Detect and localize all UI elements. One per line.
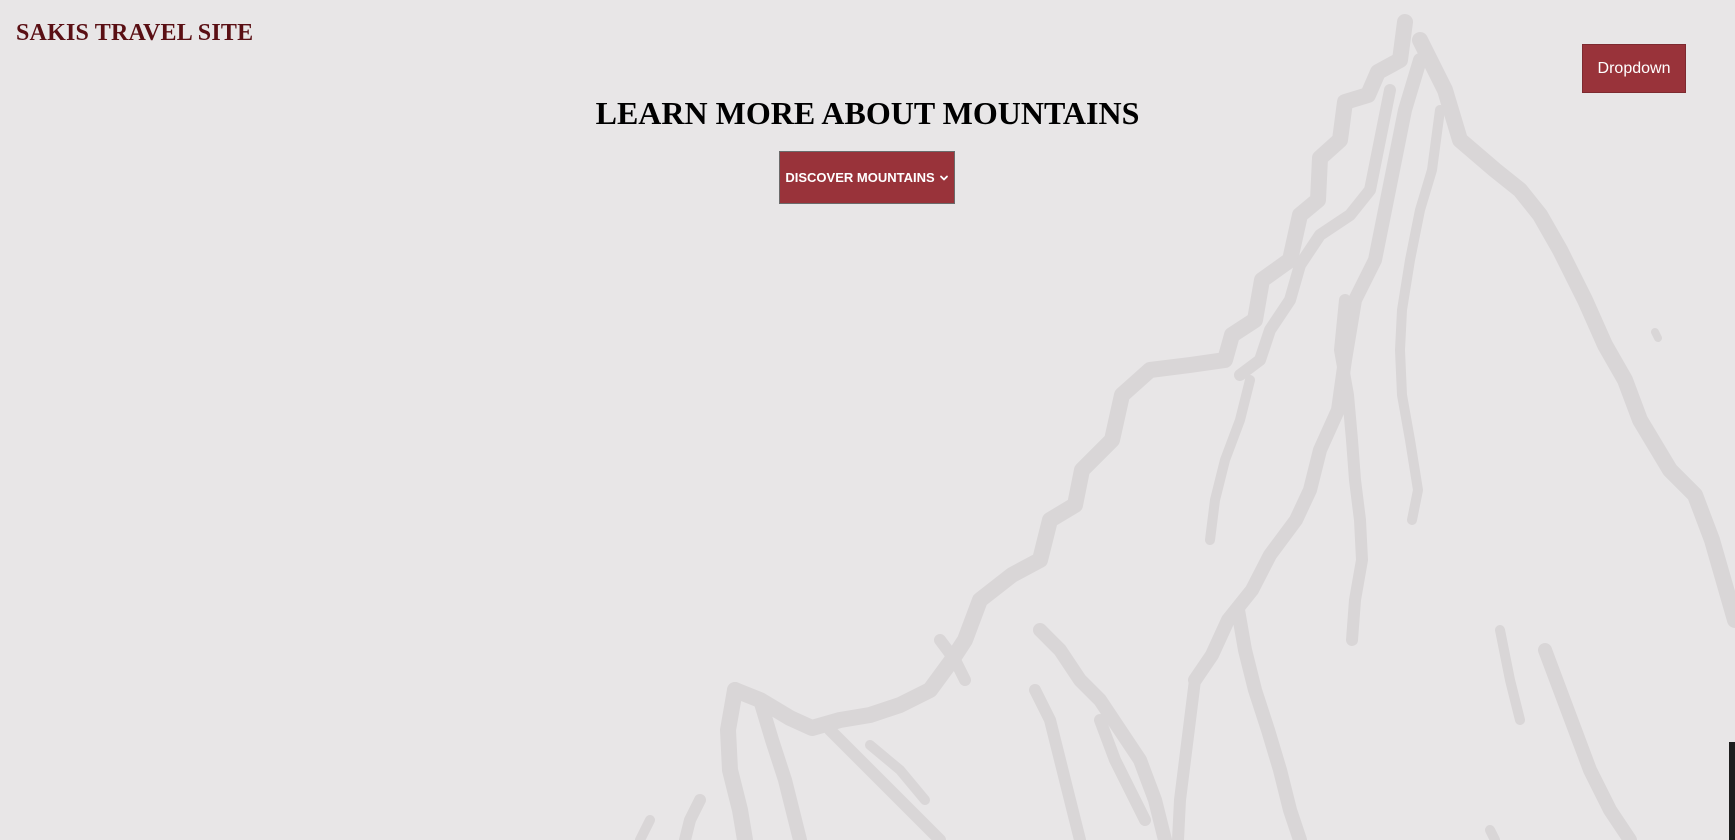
- scrollbar-thumb[interactable]: [1729, 742, 1735, 840]
- chevron-down-icon: [939, 175, 948, 180]
- dropdown-button[interactable]: Dropdown: [1582, 44, 1686, 93]
- site-logo[interactable]: SAKIS TRAVEL SITE: [16, 20, 253, 47]
- page-title: LEARN MORE ABOUT MOUNTAINS: [595, 95, 1140, 131]
- discover-mountains-label: DISCOVER MOUNTAINS: [785, 170, 935, 185]
- discover-mountains-button[interactable]: DISCOVER MOUNTAINS: [779, 151, 955, 204]
